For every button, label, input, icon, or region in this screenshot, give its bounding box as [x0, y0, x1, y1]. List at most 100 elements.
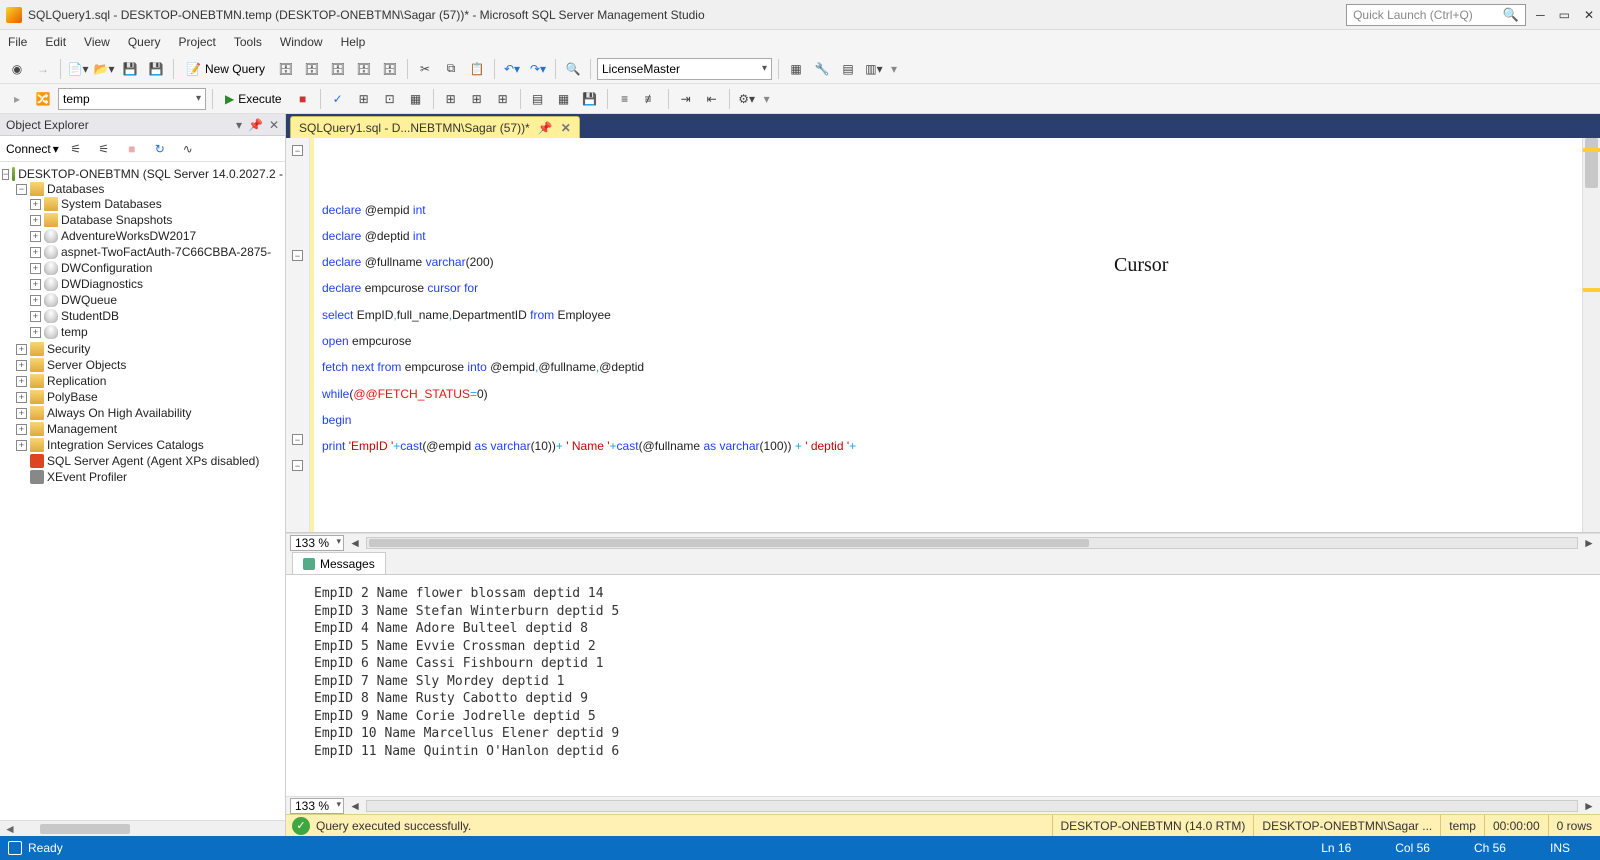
scroll-right-icon[interactable]: ►	[1582, 536, 1596, 550]
intellisense-icon[interactable]: ▦	[405, 88, 427, 110]
tree-item[interactable]: DWDiagnostics	[61, 277, 143, 291]
tree-item[interactable]: System Databases	[61, 197, 162, 211]
new-query-button[interactable]: 📝New Query	[180, 58, 271, 80]
registered-servers-icon[interactable]: ▦	[785, 58, 807, 80]
scroll-left-icon[interactable]: ◄	[348, 799, 362, 813]
menu-help[interactable]: Help	[341, 35, 366, 49]
estimated-plan-icon[interactable]: ⊞	[353, 88, 375, 110]
undo-button[interactable]: ↶▾	[501, 58, 523, 80]
vscroll-minimap[interactable]	[1582, 138, 1600, 532]
menu-tools[interactable]: Tools	[234, 35, 262, 49]
collapse-icon[interactable]: −	[2, 169, 9, 180]
expand-icon[interactable]: +	[16, 424, 27, 435]
tree-item[interactable]: Server Objects	[47, 358, 126, 372]
fold-icon[interactable]: −	[292, 250, 303, 261]
fold-icon[interactable]: −	[292, 145, 303, 156]
copy-button[interactable]: ⧉	[440, 58, 462, 80]
disconnect-all-icon[interactable]: ⚟	[93, 138, 115, 160]
xmla-query-icon[interactable]: 🗄	[379, 58, 401, 80]
menu-window[interactable]: Window	[280, 35, 323, 49]
save-all-button[interactable]: 💾	[145, 58, 167, 80]
tree-item[interactable]: AdventureWorksDW2017	[61, 229, 196, 243]
include-plan-icon[interactable]: ⊞	[440, 88, 462, 110]
code-text[interactable]: declare @empid intdeclare @deptid intdec…	[314, 138, 1582, 532]
quick-launch-input[interactable]: Quick Launch (Ctrl+Q) 🔍	[1346, 4, 1526, 26]
activity-monitor-icon[interactable]: ▥▾	[863, 58, 885, 80]
db-engine-query-icon[interactable]: 🗄	[275, 58, 297, 80]
panel-close-icon[interactable]: ✕	[269, 118, 279, 132]
zoom-selector[interactable]: 133 %	[290, 798, 344, 814]
query-options-icon[interactable]: ⊡	[379, 88, 401, 110]
tree-item[interactable]: Integration Services Catalogs	[47, 438, 204, 452]
pin-icon[interactable]: 📌	[248, 118, 263, 132]
expand-icon[interactable]: +	[30, 231, 41, 242]
menu-project[interactable]: Project	[179, 35, 216, 49]
filter-icon[interactable]: ∿	[177, 138, 199, 160]
expand-icon[interactable]: +	[30, 327, 41, 338]
redo-button[interactable]: ↷▾	[527, 58, 549, 80]
new-project-button[interactable]: 📄▾	[67, 58, 89, 80]
editor-hscroll[interactable]	[366, 537, 1578, 549]
menu-file[interactable]: File	[8, 35, 27, 49]
tree-item[interactable]: Management	[47, 422, 117, 436]
connect-icon[interactable]: ▸	[6, 88, 28, 110]
tree-item[interactable]: PolyBase	[47, 390, 98, 404]
document-tab-active[interactable]: SQLQuery1.sql - D...NEBTMN\Sagar (57))* …	[290, 116, 580, 138]
messages-tab[interactable]: Messages	[292, 552, 386, 574]
stop-icon[interactable]: ■	[121, 138, 143, 160]
expand-icon[interactable]: +	[30, 311, 41, 322]
tree-item[interactable]: Replication	[47, 374, 106, 388]
tree-server[interactable]: DESKTOP-ONEBTMN (SQL Server 14.0.2027.2 …	[18, 167, 283, 181]
paste-button[interactable]: 📋	[466, 58, 488, 80]
toolbox-icon[interactable]: ▤	[837, 58, 859, 80]
parse-button[interactable]: ✓	[327, 88, 349, 110]
tree-item[interactable]: Database Snapshots	[61, 213, 172, 227]
expand-icon[interactable]: +	[16, 440, 27, 451]
menu-edit[interactable]: Edit	[45, 35, 66, 49]
specify-values-icon[interactable]: ⚙▾	[736, 88, 758, 110]
tree-item[interactable]: DWConfiguration	[61, 261, 152, 275]
change-conn-icon[interactable]: 🔀	[32, 88, 54, 110]
analysis-query-icon[interactable]: 🗄	[301, 58, 323, 80]
tree-item[interactable]: temp	[61, 325, 88, 339]
menu-view[interactable]: View	[84, 35, 110, 49]
connect-button[interactable]: Connect▾	[6, 142, 59, 156]
stop-button[interactable]: ■	[292, 88, 314, 110]
object-explorer-tree[interactable]: −DESKTOP-ONEBTMN (SQL Server 14.0.2027.2…	[0, 162, 285, 820]
sidebar-hscroll[interactable]: ◄	[0, 820, 285, 836]
execute-button[interactable]: ▶Execute	[219, 88, 288, 110]
expand-icon[interactable]: +	[16, 360, 27, 371]
messages-hscroll[interactable]	[366, 800, 1578, 812]
expand-icon[interactable]: +	[16, 344, 27, 355]
results-text-icon[interactable]: ▤	[527, 88, 549, 110]
cut-button[interactable]: ✂	[414, 58, 436, 80]
refresh-icon[interactable]: ↻	[149, 138, 171, 160]
menu-query[interactable]: Query	[128, 35, 161, 49]
tab-close-icon[interactable]: ✕	[561, 121, 571, 135]
expand-icon[interactable]: +	[30, 279, 41, 290]
save-button[interactable]: 💾	[119, 58, 141, 80]
scroll-right-icon[interactable]: ►	[1582, 799, 1596, 813]
restore-button[interactable]: ▭	[1559, 8, 1570, 22]
zoom-selector[interactable]: 133 %	[290, 535, 344, 551]
expand-icon[interactable]: +	[16, 408, 27, 419]
open-button[interactable]: 📂▾	[93, 58, 115, 80]
dmx-query-icon[interactable]: 🗄	[353, 58, 375, 80]
collapse-icon[interactable]: −	[16, 184, 27, 195]
tree-item[interactable]: StudentDB	[61, 309, 119, 323]
indent-icon[interactable]: ⇥	[675, 88, 697, 110]
panel-dropdown-icon[interactable]: ▾	[236, 118, 242, 132]
expand-icon[interactable]: +	[30, 199, 41, 210]
db-context-selector[interactable]: temp	[58, 88, 206, 110]
fold-icon[interactable]: −	[292, 460, 303, 471]
tree-item[interactable]: Always On High Availability	[47, 406, 192, 420]
client-stats-icon[interactable]: ⊞	[492, 88, 514, 110]
tree-item[interactable]: Security	[47, 342, 90, 356]
results-file-icon[interactable]: 💾	[579, 88, 601, 110]
scroll-left-icon[interactable]: ◄	[348, 536, 362, 550]
comment-icon[interactable]: ≡	[614, 88, 636, 110]
expand-icon[interactable]: +	[16, 376, 27, 387]
tree-item[interactable]: XEvent Profiler	[47, 470, 127, 484]
fold-icon[interactable]: −	[292, 434, 303, 445]
nav-fwd-button[interactable]: →	[32, 58, 54, 80]
